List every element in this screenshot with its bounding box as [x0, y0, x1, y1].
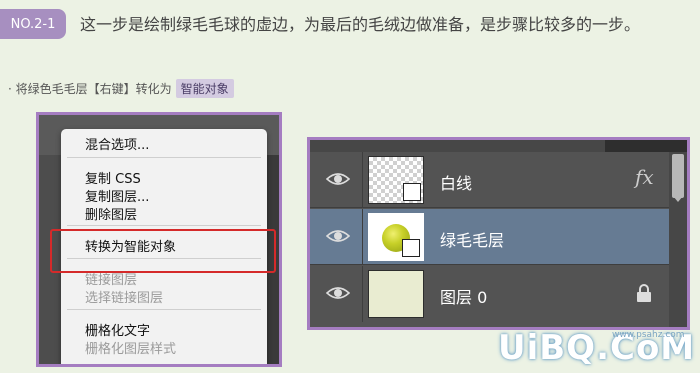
menu-item-delete-layer[interactable]: 删除图层: [85, 204, 137, 223]
layer-row-green-fur[interactable]: 绿毛毛层: [310, 209, 672, 265]
highlight-box: [50, 229, 276, 273]
scroll-down-icon[interactable]: [673, 196, 683, 202]
row-divider: [310, 207, 672, 208]
menu-item-rasterize-layer-style: 栅格化图层样式: [85, 342, 177, 357]
panel-header-dark: [605, 140, 687, 152]
instruction-highlight: 智能对象: [175, 79, 234, 98]
scrollbar-thumb[interactable]: [672, 154, 684, 198]
step-badge: NO.2-1: [0, 9, 66, 39]
lock-icon: [637, 284, 651, 302]
menu-item-select-linked-layers: 选择链接图层: [85, 291, 164, 306]
layer-thumbnail: [368, 213, 424, 261]
menu-item-blending-options[interactable]: 混合选项...: [85, 134, 149, 153]
step-headline: 这一步是绘制绿毛毛球的虚边，为最后的毛绒边做准备，是步骤比较多的一步。: [80, 15, 641, 34]
smart-object-icon: [402, 239, 420, 257]
eye-icon[interactable]: [326, 283, 350, 303]
column-divider: [362, 209, 363, 265]
eye-icon[interactable]: [326, 226, 350, 246]
column-divider: [362, 266, 363, 322]
menu-item-copy-css[interactable]: 复制 CSS: [85, 168, 141, 187]
fx-icon[interactable]: fx: [635, 165, 654, 189]
layer-name[interactable]: 图层 0: [440, 284, 487, 308]
layers-panel-screenshot: 白线 fx 绿毛毛层 图层 0: [307, 137, 690, 330]
layer-row-layer-0[interactable]: 图层 0: [310, 266, 672, 322]
eye-icon[interactable]: [326, 169, 350, 189]
smart-object-icon: [403, 183, 421, 201]
layer-thumbnail: [368, 270, 424, 318]
menu-separator: [67, 225, 261, 226]
panel-header-strip: [310, 140, 687, 152]
watermark-url: www.psahz.com: [612, 330, 685, 340]
layer-row-white-line[interactable]: 白线 fx: [310, 152, 672, 208]
instruction-text: · 将绿色毛毛层【右键】转化为: [8, 82, 172, 96]
menu-item-rasterize-type[interactable]: 栅格化文字: [85, 320, 150, 339]
instruction-line: · 将绿色毛毛层【右键】转化为 智能对象: [8, 79, 234, 98]
column-divider: [362, 152, 363, 208]
layer-thumbnail: [368, 156, 424, 204]
row-divider: [310, 264, 672, 265]
menu-item-duplicate-layer[interactable]: 复制图层...: [85, 186, 149, 205]
layer-name[interactable]: 绿毛毛层: [440, 227, 504, 251]
layer-name[interactable]: 白线: [440, 170, 472, 194]
menu-separator: [67, 157, 261, 158]
menu-separator: [67, 309, 261, 310]
